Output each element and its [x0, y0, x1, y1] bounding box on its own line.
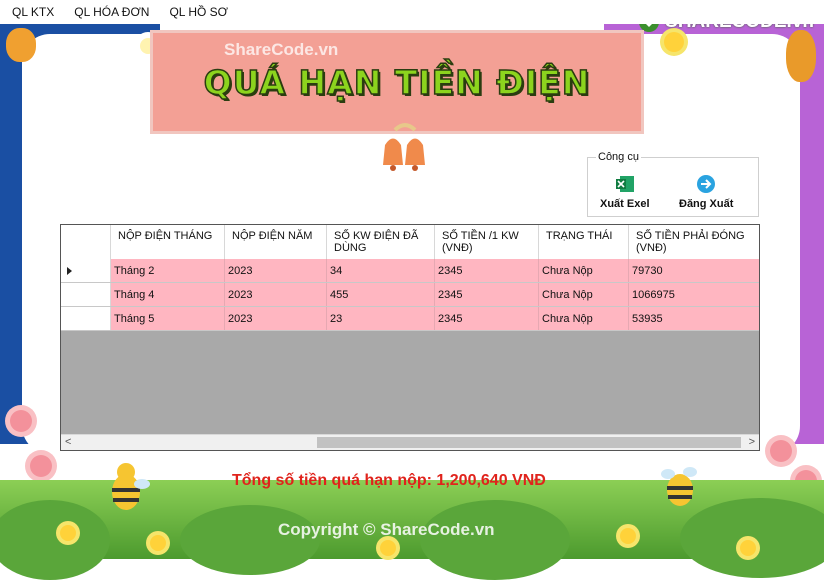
- column-header[interactable]: SỐ TIỀN /1 KW (VNĐ): [435, 225, 539, 259]
- logout-button[interactable]: Đăng Xuất: [679, 174, 733, 210]
- column-header[interactable]: TRẠNG THÁI: [539, 225, 629, 259]
- menu-ql-hoa-don[interactable]: QL HÓA ĐƠN: [64, 5, 159, 19]
- table-cell[interactable]: 2023: [225, 283, 327, 306]
- column-header[interactable]: SỐ KW ĐIỆN ĐÃ DÙNG: [327, 225, 435, 259]
- table-row[interactable]: Tháng 4 2023 455 2345 Chưa Nộp 1066975: [61, 283, 759, 307]
- menu-ql-ho-so[interactable]: QL HỒ SƠ: [159, 5, 238, 19]
- total-overdue-amount: Tổng số tiền quá hạn nộp: 1,200,640 VNĐ: [232, 472, 546, 489]
- table-header: NỘP ĐIỆN THÁNG NỘP ĐIỆN NĂM SỐ KW ĐIỆN Đ…: [61, 225, 759, 260]
- logout-icon: [697, 175, 716, 193]
- sunflower-decoration: [664, 32, 684, 52]
- flower-decoration: [30, 455, 52, 477]
- table-cell[interactable]: 2345: [435, 283, 539, 306]
- beehive-icon: [6, 28, 36, 62]
- flower-decoration: [150, 535, 166, 551]
- flower-decoration: [60, 525, 76, 541]
- overdue-electricity-table[interactable]: NỘP ĐIỆN THÁNG NỘP ĐIỆN NĂM SỐ KW ĐIỆN Đ…: [60, 224, 760, 451]
- flower-decoration: [620, 528, 636, 544]
- current-row-arrow-icon: [67, 267, 72, 275]
- table-cell[interactable]: 23: [327, 307, 435, 330]
- table-cell[interactable]: Chưa Nộp: [539, 307, 629, 330]
- row-selector[interactable]: [61, 283, 111, 306]
- table-cell[interactable]: 2023: [225, 307, 327, 330]
- table-cell[interactable]: Tháng 2: [111, 259, 225, 282]
- column-header[interactable]: NỘP ĐIỆN THÁNG: [111, 225, 225, 259]
- flower-decoration: [770, 440, 792, 462]
- menu-ql-ktx[interactable]: QL KTX: [0, 5, 64, 19]
- bush-decoration: [0, 500, 110, 580]
- table-cell[interactable]: 1066975: [629, 283, 759, 306]
- row-selector[interactable]: [61, 307, 111, 330]
- table-cell[interactable]: Chưa Nộp: [539, 259, 629, 282]
- horizontal-scrollbar[interactable]: < >: [61, 434, 759, 450]
- table-cell[interactable]: Tháng 4: [111, 283, 225, 306]
- table-row[interactable]: Tháng 5 2023 23 2345 Chưa Nộp 53935: [61, 307, 759, 331]
- column-header[interactable]: SỐ TIỀN PHẢI ĐÓNG (VNĐ): [629, 225, 759, 259]
- flower-decoration: [380, 540, 396, 556]
- logout-label: Đăng Xuất: [679, 198, 734, 210]
- tools-group-label: Công cụ: [596, 151, 641, 163]
- table-cell[interactable]: Chưa Nộp: [539, 283, 629, 306]
- table-cell[interactable]: 2023: [225, 259, 327, 282]
- row-selector[interactable]: [61, 259, 111, 282]
- page-title: QUÁ HẠN TIỀN ĐIỆN: [203, 62, 591, 103]
- bells-icon: [383, 123, 425, 171]
- flower-decoration: [740, 540, 756, 556]
- table-cell[interactable]: 455: [327, 283, 435, 306]
- tools-group: Công cụ Xuất Exel Đăng Xuất: [587, 151, 759, 217]
- table-body: Tháng 2 2023 34 2345 Chưa Nộp 79730 Thán…: [61, 259, 759, 331]
- table-row[interactable]: Tháng 2 2023 34 2345 Chưa Nộp 79730: [61, 259, 759, 283]
- bee-icon: [112, 463, 150, 510]
- menu-bar: QL KTX QL HÓA ĐƠN QL HỒ SƠ: [0, 0, 824, 24]
- table-cell[interactable]: 2345: [435, 307, 539, 330]
- table-cell[interactable]: 53935: [629, 307, 759, 330]
- watermark: ShareCode.vn: [224, 40, 339, 59]
- column-header[interactable]: NỘP ĐIỆN NĂM: [225, 225, 327, 259]
- flower-decoration: [10, 410, 32, 432]
- scroll-right-icon[interactable]: >: [749, 436, 755, 448]
- bee-icon: [661, 467, 697, 506]
- beehive-icon: [786, 30, 816, 82]
- export-excel-label: Xuất Exel: [600, 198, 650, 210]
- table-cell[interactable]: 79730: [629, 259, 759, 282]
- export-excel-button[interactable]: Xuất Exel: [600, 174, 650, 210]
- scrollbar-thumb[interactable]: [317, 437, 741, 448]
- scroll-left-icon[interactable]: <: [65, 436, 71, 448]
- table-cell[interactable]: 34: [327, 259, 435, 282]
- table-cell[interactable]: 2345: [435, 259, 539, 282]
- row-header-corner: [61, 225, 111, 259]
- bush-decoration: [680, 498, 824, 578]
- bush-decoration: [420, 500, 570, 580]
- bush-decoration: [180, 505, 320, 575]
- excel-icon: [615, 176, 634, 192]
- table-cell[interactable]: Tháng 5: [111, 307, 225, 330]
- copyright-watermark: Copyright © ShareCode.vn: [278, 520, 495, 539]
